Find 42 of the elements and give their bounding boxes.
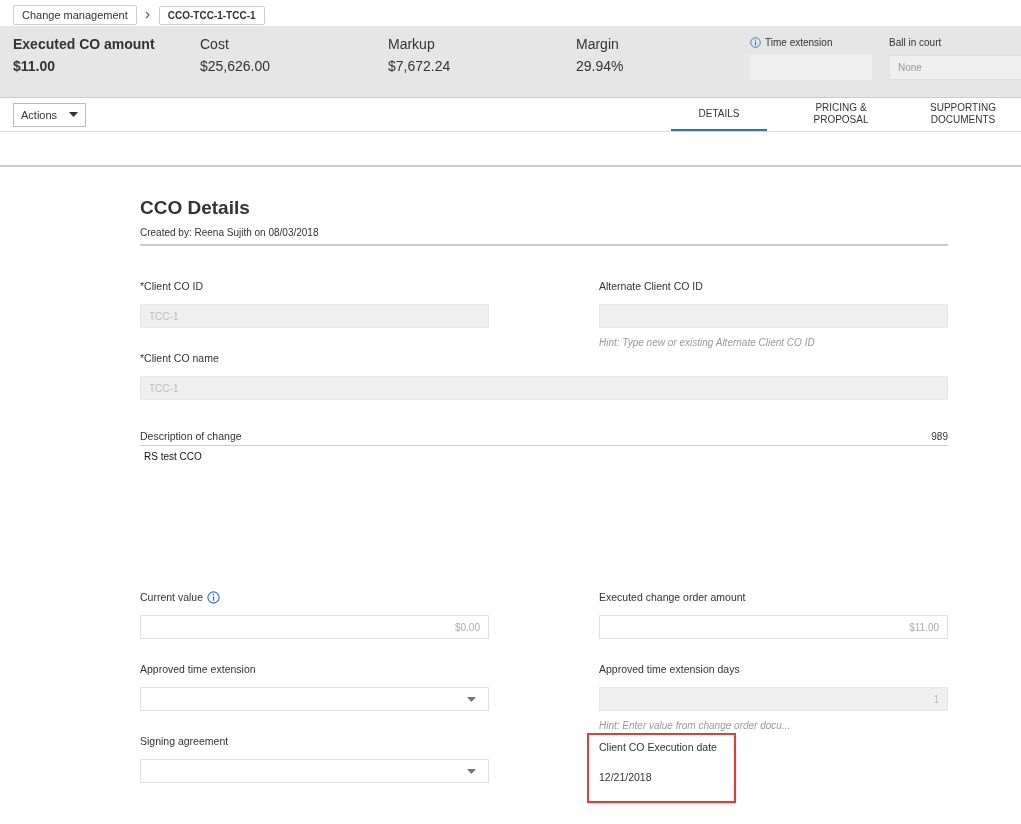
field-label: Approved time extension bbox=[140, 663, 256, 675]
caret-icon bbox=[467, 768, 476, 774]
info-icon[interactable] bbox=[207, 590, 221, 604]
field-label: Executed change order amount bbox=[599, 591, 746, 603]
hint-text: Hint: Type new or existing Alternate Client CO ID bbox=[599, 337, 815, 348]
hint-text: Hint: Enter value from change order docu... bbox=[599, 720, 791, 731]
caret-icon bbox=[467, 696, 476, 702]
metric-label: Margin bbox=[576, 36, 620, 52]
field-label: Alternate Client CO ID bbox=[599, 280, 703, 292]
metric-label: Executed CO amount bbox=[13, 36, 156, 52]
field-label: Approved time extension days bbox=[599, 663, 740, 675]
breadcrumb-link[interactable]: CCO-TCC-1-TCC-1 bbox=[158, 5, 265, 25]
actions-dropdown[interactable]: Actions bbox=[13, 102, 86, 127]
field-label: Client CO Execution date bbox=[599, 741, 717, 753]
date-value: 12/21/2018 bbox=[599, 770, 653, 785]
field-label: Current value bbox=[140, 591, 204, 603]
field-label: Description of change bbox=[140, 430, 242, 442]
metric-value: $7,672.24 bbox=[388, 58, 452, 74]
tab[interactable]: SUPPORTING DOCUMENTS bbox=[905, 98, 1021, 131]
tab[interactable]: PRICING & PROPOSAL bbox=[783, 98, 899, 131]
character-counter: 989 bbox=[931, 431, 948, 442]
chevron-right-icon bbox=[144, 11, 151, 19]
dropdown-field[interactable] bbox=[140, 759, 489, 783]
dropdown-field[interactable] bbox=[140, 687, 489, 711]
ball-in-court-field[interactable]: None bbox=[889, 55, 1021, 80]
metric-value: $25,626.00 bbox=[200, 58, 272, 74]
field-label: *Client CO name bbox=[140, 352, 219, 364]
field-label: Ball in court bbox=[889, 37, 942, 48]
field-label: Time extension bbox=[765, 37, 833, 48]
metric-value: $11.00 bbox=[13, 58, 57, 74]
metric-label: Cost bbox=[200, 36, 230, 52]
field-label: Signing agreement bbox=[140, 735, 229, 747]
field-label: *Client CO ID bbox=[140, 280, 203, 292]
metric-value: 29.94% bbox=[576, 58, 625, 74]
section-title: CCO Details bbox=[140, 197, 251, 219]
caret-icon bbox=[69, 112, 78, 117]
metric-label: Markup bbox=[388, 36, 436, 52]
description-textarea[interactable]: RS test CCO bbox=[140, 446, 948, 581]
tab[interactable]: DETAILS bbox=[671, 98, 767, 131]
created-by-text: Created by: Reena Sujith on 08/03/2018 bbox=[140, 227, 320, 238]
info-icon bbox=[750, 37, 761, 48]
breadcrumb-link[interactable]: Change management bbox=[13, 5, 137, 25]
